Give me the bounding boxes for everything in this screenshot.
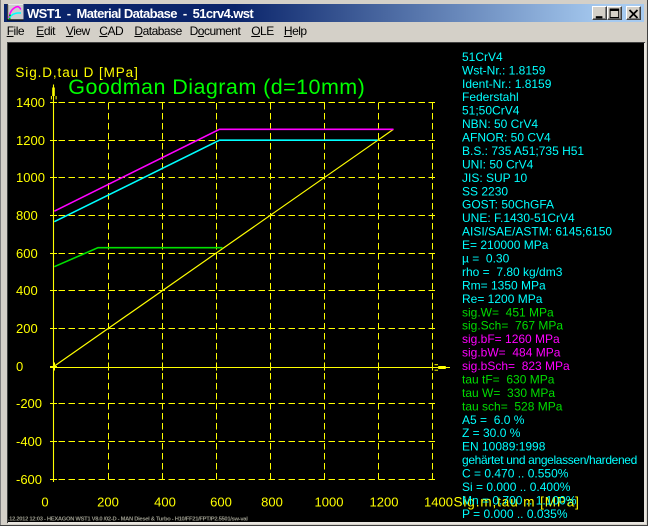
svg-text:Z = 30.0 %: Z = 30.0 % xyxy=(462,426,521,440)
svg-text:18.12.2012 12:03 - HEXAGON WST: 18.12.2012 12:03 - HEXAGON WST1 V8.0 /02… xyxy=(8,517,248,523)
svg-text:AISI/SAE/ASTM: 6145;6150: AISI/SAE/ASTM: 6145;6150 xyxy=(462,225,612,239)
svg-text:UNI: 50 CrV4: UNI: 50 CrV4 xyxy=(462,157,534,171)
svg-text:0: 0 xyxy=(16,359,23,374)
svg-text:tau sch= 528 MPa: tau sch= 528 MPa xyxy=(462,399,563,413)
svg-text:B.S.: 735 A51;735 H51: B.S.: 735 A51;735 H51 xyxy=(462,144,584,158)
svg-text:sig.bW= 484 MPa: sig.bW= 484 MPa xyxy=(462,346,561,360)
svg-text:A5 = 6.0 %: A5 = 6.0 % xyxy=(462,413,525,427)
svg-text:1400: 1400 xyxy=(16,95,45,110)
svg-text:0: 0 xyxy=(41,495,48,510)
svg-text:rho = 7.80 kg/dm3: rho = 7.80 kg/dm3 xyxy=(462,265,563,279)
svg-text:Mn = 0.700 .. 1.100%: Mn = 0.700 .. 1.100% xyxy=(462,493,577,507)
svg-text:tau W= 330 MPa: tau W= 330 MPa xyxy=(462,386,555,400)
svg-text:tau tF= 630 MPa: tau tF= 630 MPa xyxy=(462,372,555,386)
svg-text:gehärtet und angelassen/harden: gehärtet und angelassen/hardened xyxy=(462,453,637,467)
svg-text:-200: -200 xyxy=(16,396,42,411)
svg-text:C = 0.470 .. 0.550%: C = 0.470 .. 0.550% xyxy=(462,467,569,481)
svg-text:JIS: SUP 10: JIS: SUP 10 xyxy=(462,171,527,185)
svg-text:-400: -400 xyxy=(16,434,42,449)
svg-text:GOST: 50ChGFA: GOST: 50ChGFA xyxy=(462,198,554,212)
svg-text:Wst-Nr.: 1.8159: Wst-Nr.: 1.8159 xyxy=(462,63,546,77)
svg-text:AFNOR: 50 CV4: AFNOR: 50 CV4 xyxy=(462,131,551,145)
svg-text:sig.bSch= 823 MPa: sig.bSch= 823 MPa xyxy=(462,359,570,373)
svg-text:Ident-Nr.: 1.8159: Ident-Nr.: 1.8159 xyxy=(462,77,552,91)
svg-text:Goodman Diagram (d=10mm): Goodman Diagram (d=10mm) xyxy=(68,75,365,99)
svg-text:200: 200 xyxy=(16,321,38,336)
svg-text:P = 0.000 .. 0.035%: P = 0.000 .. 0.035% xyxy=(462,507,568,521)
svg-text:1000: 1000 xyxy=(315,495,344,510)
svg-text:-600: -600 xyxy=(16,472,42,487)
svg-text:400: 400 xyxy=(154,495,176,510)
svg-text:1200: 1200 xyxy=(16,133,45,148)
svg-text:1400: 1400 xyxy=(424,495,453,510)
svg-text:E= 210000 MPa: E= 210000 MPa xyxy=(462,238,549,252)
svg-text:sig.W= 451 MPa: sig.W= 451 MPa xyxy=(462,305,554,319)
svg-text:800: 800 xyxy=(261,495,283,510)
svg-text:UNE: F.1430-51CrV4: UNE: F.1430-51CrV4 xyxy=(462,211,575,225)
svg-text:EN 10089:1998: EN 10089:1998 xyxy=(462,440,546,454)
svg-text:800: 800 xyxy=(16,208,38,223)
svg-text:1000: 1000 xyxy=(16,170,45,185)
svg-text:51;50CrV4: 51;50CrV4 xyxy=(462,104,520,118)
svg-text:1200: 1200 xyxy=(370,495,399,510)
svg-text:µ = 0.30: µ = 0.30 xyxy=(462,252,510,266)
svg-text:Si = 0.000 .. 0.400%: Si = 0.000 .. 0.400% xyxy=(462,480,571,494)
svg-text:Rm= 1350 MPa: Rm= 1350 MPa xyxy=(462,278,546,292)
svg-text:SS 2230: SS 2230 xyxy=(462,184,508,198)
svg-text:600: 600 xyxy=(16,246,38,261)
svg-text:600: 600 xyxy=(210,495,232,510)
svg-text:51CrV4: 51CrV4 xyxy=(462,50,503,64)
svg-text:Re= 1200 MPa: Re= 1200 MPa xyxy=(462,292,543,306)
svg-text:NBN: 50 CrV4: NBN: 50 CrV4 xyxy=(462,117,538,131)
svg-text:sig.bF= 1260 MPa: sig.bF= 1260 MPa xyxy=(462,332,560,346)
svg-text:400: 400 xyxy=(16,283,38,298)
svg-text:200: 200 xyxy=(97,495,119,510)
svg-text:Federstahl: Federstahl xyxy=(462,90,519,104)
svg-text:sig.Sch= 767 MPa: sig.Sch= 767 MPa xyxy=(462,319,563,333)
